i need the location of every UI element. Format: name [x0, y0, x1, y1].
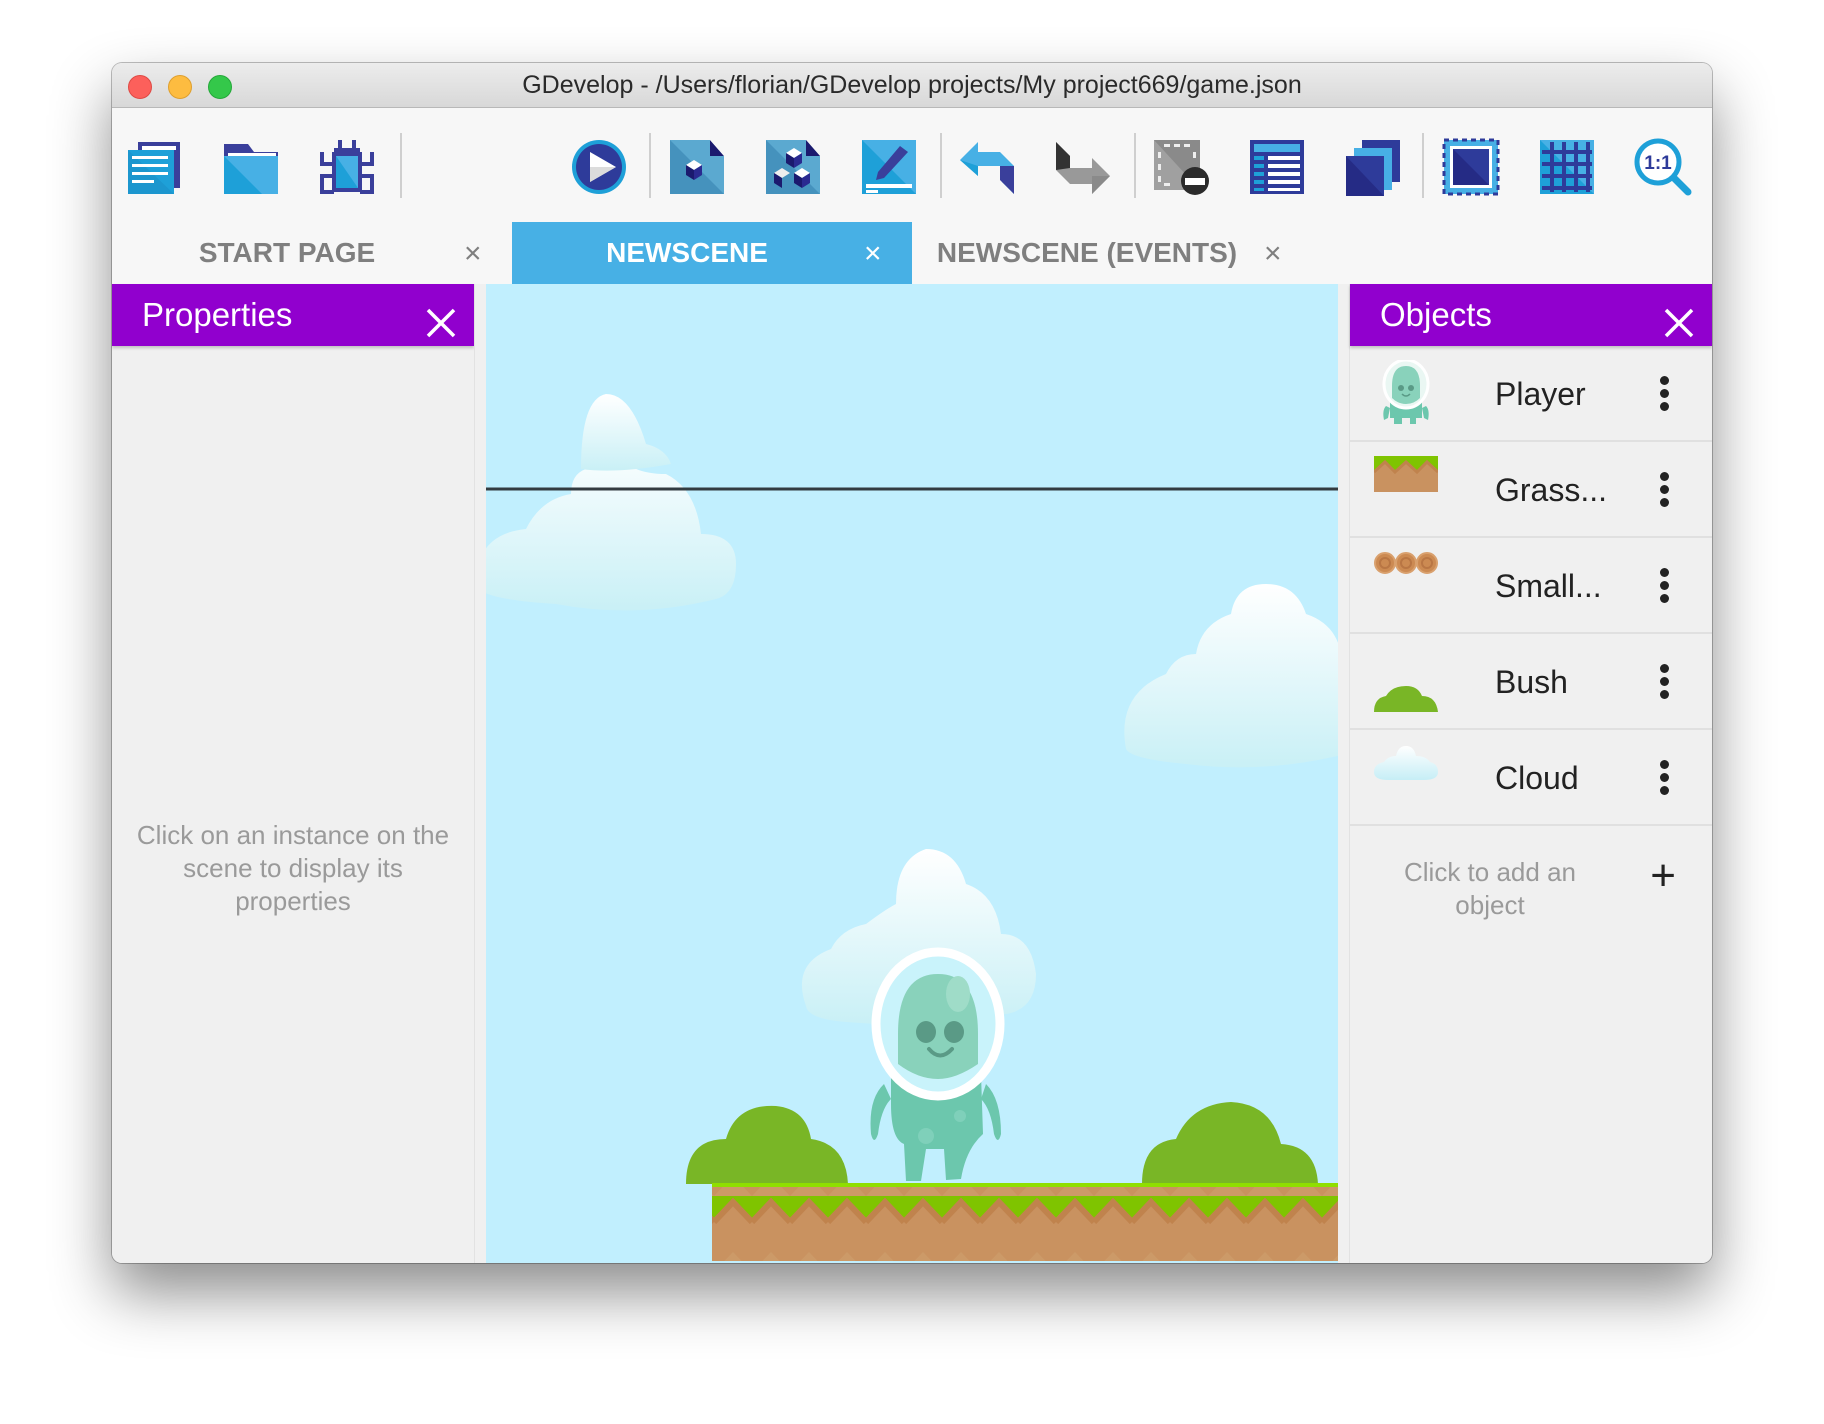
- more-options-icon[interactable]: [1658, 376, 1670, 412]
- tab-newscene[interactable]: NEWSCENE ×: [512, 222, 912, 284]
- tab-bar: START PAGE × NEWSCENE × NEWSCENE (EVENTS…: [112, 222, 1712, 284]
- close-tab-icon[interactable]: ×: [864, 222, 882, 286]
- panel-resize-handle[interactable]: [474, 284, 486, 1263]
- layers-icon: [1346, 140, 1400, 196]
- object-name: Cloud: [1495, 760, 1579, 796]
- tab-newscene-events[interactable]: NEWSCENE (EVENTS) ×: [912, 222, 1312, 284]
- properties-panel-header: Properties: [112, 284, 474, 346]
- object-name: Bush: [1495, 664, 1568, 700]
- close-icon: [1664, 308, 1694, 338]
- project-manager-icon: [128, 142, 180, 194]
- toolbar-separator: [1134, 133, 1136, 198]
- close-tab-icon[interactable]: ×: [464, 222, 482, 286]
- objects-panel-header: Objects: [1350, 284, 1712, 346]
- tab-label: NEWSCENE (EVENTS): [936, 237, 1238, 268]
- objects-list-button[interactable]: [668, 138, 726, 196]
- svg-text:1:1: 1:1: [1644, 153, 1672, 174]
- cloud-thumbnail: [1374, 744, 1438, 808]
- panel-resize-handle[interactable]: [1338, 284, 1350, 1263]
- bush-instance[interactable]: [1142, 1102, 1318, 1184]
- tab-label: NEWSCENE: [606, 237, 768, 268]
- toolbar-separator: [1422, 133, 1424, 198]
- player-instance[interactable]: [870, 947, 1005, 1181]
- panel-title: Properties: [142, 296, 293, 333]
- bush-instance[interactable]: [686, 1105, 848, 1184]
- preview-button[interactable]: [570, 138, 628, 196]
- edit-properties-icon: [862, 140, 916, 194]
- properties-button[interactable]: [860, 138, 918, 196]
- toolbar: 1:1: [112, 108, 1712, 222]
- window-title: GDevelop - /Users/florian/GDevelop proje…: [522, 71, 1302, 99]
- undo-icon: [960, 142, 1014, 194]
- undo-button[interactable]: [958, 138, 1016, 196]
- object-item-cloud[interactable]: Cloud: [1350, 730, 1712, 826]
- object-name: Grass...: [1495, 472, 1608, 508]
- more-options-icon[interactable]: [1658, 472, 1670, 508]
- scene-canvas[interactable]: [486, 284, 1338, 1263]
- bush-thumbnail: [1374, 648, 1438, 712]
- object-name: Small...: [1495, 568, 1602, 604]
- add-object-label: Click to add an object: [1404, 857, 1576, 920]
- object-icon: [670, 140, 724, 194]
- zoom-reset-button[interactable]: 1:1: [1634, 138, 1692, 196]
- properties-panel: Properties Click on an instance on the s…: [112, 284, 474, 1263]
- open-project-button[interactable]: [222, 138, 280, 196]
- tab-start-page[interactable]: START PAGE ×: [112, 222, 512, 284]
- grid-icon: [1540, 140, 1594, 194]
- close-tab-icon[interactable]: ×: [1264, 222, 1282, 286]
- player-thumbnail: [1374, 360, 1438, 424]
- close-properties-button[interactable]: [424, 298, 458, 338]
- plus-icon: +: [1650, 851, 1676, 900]
- properties-empty-message: Click on an instance on the scene to dis…: [136, 820, 450, 916]
- more-options-icon[interactable]: [1658, 568, 1670, 604]
- delete-selection-button[interactable]: [1152, 138, 1210, 196]
- debugger-button[interactable]: [318, 138, 376, 196]
- scene-render: [486, 394, 1338, 1261]
- toolbar-separator: [400, 133, 402, 198]
- cloud-instance[interactable]: [486, 394, 736, 611]
- object-name: Player: [1495, 376, 1586, 412]
- bug-icon: [320, 140, 374, 194]
- object-groups-button[interactable]: [764, 138, 822, 196]
- play-icon: [572, 140, 626, 194]
- close-icon: [426, 308, 456, 338]
- cloud-instance[interactable]: [1124, 584, 1338, 768]
- tab-label: START PAGE: [198, 237, 376, 268]
- project-manager-button[interactable]: [126, 138, 184, 196]
- close-objects-button[interactable]: [1662, 298, 1696, 338]
- zoom-1-1-icon: 1:1: [1634, 138, 1692, 196]
- objects-panel: Objects Player Grass... Small... Bush Cl…: [1350, 284, 1712, 1263]
- more-options-icon[interactable]: [1658, 760, 1670, 796]
- folder-icon: [224, 144, 278, 194]
- toolbar-separator: [940, 133, 942, 198]
- object-item-small[interactable]: Small...: [1350, 538, 1712, 634]
- object-item-player[interactable]: Player: [1350, 346, 1712, 442]
- title-bar: GDevelop - /Users/florian/GDevelop proje…: [112, 63, 1712, 108]
- object-item-bush[interactable]: Bush: [1350, 634, 1712, 730]
- object-groups-icon: [766, 140, 820, 194]
- window-mask-button[interactable]: [1442, 138, 1500, 196]
- panel-title: Objects: [1380, 296, 1492, 333]
- instances-list-button[interactable]: [1248, 138, 1306, 196]
- delete-selection-icon: [1154, 140, 1209, 195]
- objects-list: Player Grass... Small... Bush Cloud Clic…: [1350, 346, 1712, 936]
- instances-list-icon: [1250, 140, 1304, 194]
- app-window: GDevelop - /Users/florian/GDevelop proje…: [112, 63, 1712, 1263]
- grass-thumbnail: [1374, 456, 1438, 520]
- add-object-button[interactable]: Click to add an object +: [1350, 826, 1712, 936]
- redo-button[interactable]: [1054, 138, 1112, 196]
- more-options-icon[interactable]: [1658, 664, 1670, 700]
- grid-button[interactable]: [1538, 138, 1596, 196]
- layers-button[interactable]: [1344, 138, 1402, 196]
- small-logs-thumbnail: [1374, 552, 1438, 616]
- object-item-grass[interactable]: Grass...: [1350, 442, 1712, 538]
- grass-instance[interactable]: [712, 1183, 1338, 1261]
- toolbar-separator: [649, 133, 651, 198]
- window-mask-icon: [1442, 138, 1500, 196]
- redo-icon: [1056, 142, 1110, 194]
